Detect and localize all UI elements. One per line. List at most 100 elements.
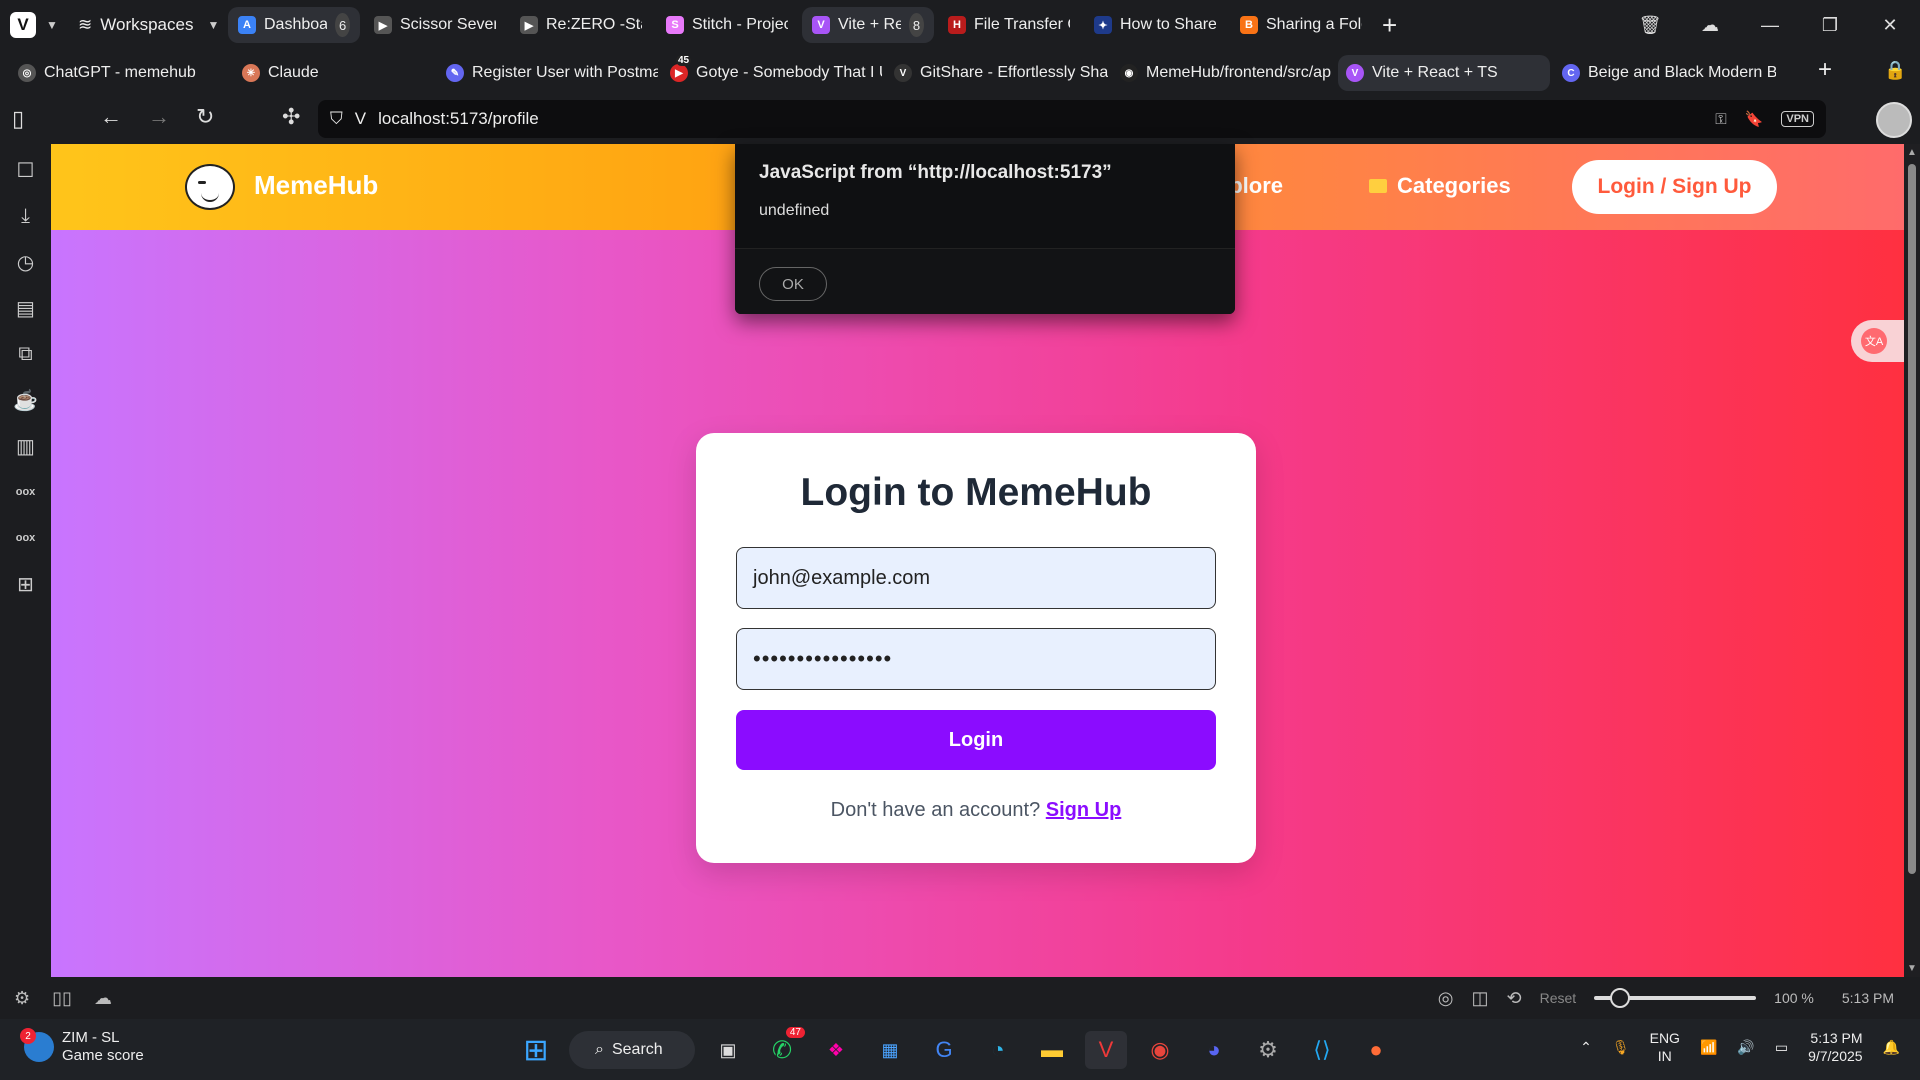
folder-icon xyxy=(1369,179,1387,193)
workspaces-button[interactable]: ≋ Workspaces ▼ xyxy=(78,15,228,35)
pinned-tab[interactable]: C Beige and Black Modern Be xyxy=(1554,55,1776,91)
vscode-icon[interactable]: ⟨⟩ xyxy=(1301,1031,1343,1069)
pinned-tab-title: Gotye - Somebody That I U xyxy=(696,64,882,81)
new-tab-button[interactable]: + xyxy=(1818,56,1832,84)
zoom-reset-button[interactable]: Reset xyxy=(1540,990,1577,1006)
translate-panel-icon[interactable]: ⧉ xyxy=(14,342,38,366)
vivaldi-taskbar-icon[interactable]: V xyxy=(1085,1031,1127,1069)
wifi-icon[interactable]: 📶 xyxy=(1700,1039,1717,1056)
vpn-button[interactable]: VPN xyxy=(1781,111,1814,127)
chrome-icon[interactable]: ◉ xyxy=(1139,1031,1181,1069)
web-panel-icon[interactable]: oox xyxy=(14,480,38,504)
tab-favicon-icon: V xyxy=(1346,64,1364,82)
history-icon[interactable]: ◷ xyxy=(14,250,38,274)
add-panel-icon[interactable]: ⊞ xyxy=(14,572,38,596)
profile-avatar[interactable] xyxy=(1876,102,1912,138)
reload-icon[interactable]: ↻ xyxy=(196,104,214,130)
show-hidden-icons[interactable]: ⌃ xyxy=(1580,1039,1592,1056)
cloud-icon[interactable]: ☁ xyxy=(94,988,112,1009)
pinned-tab[interactable]: V Vite + React + TS xyxy=(1338,55,1550,91)
downloads-icon[interactable]: ⤓ xyxy=(14,204,38,228)
page-scrollbar[interactable]: ▲ ▼ xyxy=(1904,144,1920,977)
email-field[interactable]: john@example.com xyxy=(736,547,1216,609)
settings-gear-icon[interactable]: ⚙ xyxy=(14,988,30,1009)
extensions-icon[interactable]: ✣ xyxy=(282,104,300,130)
translate-icon: 文A xyxy=(1861,328,1887,354)
file-explorer-icon[interactable]: ▬ xyxy=(1031,1031,1073,1069)
tile-icon[interactable]: ▯▯ xyxy=(52,988,72,1009)
pinned-tab[interactable]: V GitShare - Effortlessly Share xyxy=(886,55,1108,91)
browser-tab[interactable]: A Dashboard | G 6 xyxy=(228,7,360,43)
pinned-tab[interactable]: ▶ 45 Gotye - Somebody That I U xyxy=(662,55,882,91)
task-view-icon[interactable]: ▣ xyxy=(707,1031,749,1069)
start-button[interactable]: ⊞ xyxy=(515,1031,557,1069)
forward-icon[interactable]: → xyxy=(148,104,170,130)
trash-icon[interactable]: 🗑 xyxy=(1620,15,1680,36)
translate-button[interactable]: 文A xyxy=(1851,320,1904,362)
bookmark-icon[interactable]: 🔖 xyxy=(1745,110,1764,128)
scroll-up-icon[interactable]: ▲ xyxy=(1907,147,1917,158)
system-clock[interactable]: 5:13 PM 9/7/2025 xyxy=(1808,1029,1863,1065)
web-panel-icon[interactable]: oox xyxy=(14,526,38,550)
pinned-tab[interactable]: ◉ MemeHub/frontend/src/ap xyxy=(1112,55,1334,91)
chevron-down-icon[interactable]: ▼ xyxy=(42,18,62,32)
cloud-sync-icon[interactable]: ☁ xyxy=(1680,15,1740,36)
google-icon[interactable]: G xyxy=(923,1031,965,1069)
copilot-icon[interactable]: ❖ xyxy=(815,1031,857,1069)
browser-tab[interactable]: S Stitch - Projects xyxy=(656,7,798,43)
screenshot-icon[interactable]: ◎ xyxy=(1438,988,1454,1009)
browser-tab[interactable]: ▶ Scissor Seven Episo xyxy=(364,7,506,43)
scroll-down-icon[interactable]: ▼ xyxy=(1907,963,1917,974)
browser-tab[interactable]: ▶ Re:ZERO -Starting xyxy=(510,7,652,43)
notifications-icon[interactable]: 🔔 xyxy=(1883,1039,1900,1056)
taskbar-search[interactable]: ⌕ Search xyxy=(569,1031,695,1069)
browser-tab[interactable]: V Vite + React + 8 xyxy=(802,7,934,43)
brand-name[interactable]: MemeHub xyxy=(254,170,378,201)
language-indicator[interactable]: ENG IN xyxy=(1650,1029,1680,1065)
window-panel-icon[interactable]: ▥ xyxy=(14,434,38,458)
close-window-button[interactable]: ✕ xyxy=(1860,15,1920,36)
browser-tab[interactable]: ✦ How to Share File xyxy=(1084,7,1226,43)
login-button[interactable]: Login xyxy=(736,710,1216,770)
reading-list-icon[interactable]: ☕ xyxy=(13,388,38,412)
pinned-tab[interactable]: ✳ Claude xyxy=(234,55,434,91)
key-icon[interactable]: ⚿ xyxy=(1715,111,1726,128)
browser-tab[interactable]: H File Transfer Cheat xyxy=(938,7,1080,43)
restore-button[interactable]: ❐ xyxy=(1800,15,1860,36)
settings-icon[interactable]: ⚙ xyxy=(1247,1031,1289,1069)
page-tiling-icon[interactable]: ◫ xyxy=(1471,988,1488,1009)
password-field[interactable]: •••••••••••••••• xyxy=(736,628,1216,690)
alert-ok-button[interactable]: OK xyxy=(759,267,827,301)
page-actions-icon[interactable]: ⟲ xyxy=(1506,988,1521,1009)
pinned-tab[interactable]: ✎ Register User with Postman xyxy=(438,55,658,91)
zoom-slider-knob[interactable] xyxy=(1610,988,1631,1008)
pinned-tab[interactable]: ◎ ChatGPT - memehub xyxy=(10,55,230,91)
store-icon[interactable]: ▦ xyxy=(869,1031,911,1069)
scrollbar-thumb[interactable] xyxy=(1908,164,1916,874)
whatsapp-icon[interactable]: ✆ 47 xyxy=(761,1027,805,1069)
nav-categories-link[interactable]: Categories xyxy=(1369,173,1511,199)
discord-icon[interactable]: ◕ xyxy=(1193,1031,1235,1069)
edge-icon[interactable]: ◔ xyxy=(977,1031,1019,1069)
panel-toggle-icon[interactable]: ▯ xyxy=(12,106,24,132)
login-signup-button[interactable]: Login / Sign Up xyxy=(1572,160,1777,214)
bookmarks-panel-icon[interactable]: ☐ xyxy=(14,158,38,182)
battery-icon[interactable]: ▭ xyxy=(1775,1039,1788,1056)
address-field[interactable]: ⛉ V localhost:5173/profile ⚿ 🔖 VPN xyxy=(318,100,1826,138)
vivaldi-menu-icon[interactable]: V xyxy=(10,12,36,38)
volume-icon[interactable]: 🔊 xyxy=(1737,1039,1754,1056)
signup-link[interactable]: Sign Up xyxy=(1046,799,1122,821)
new-tab-button[interactable]: + xyxy=(1382,10,1397,41)
widgets-button[interactable]: 2 ZIM - SL Game score xyxy=(20,1028,144,1065)
lock-icon[interactable]: 🔒 xyxy=(1884,60,1906,81)
postman-icon[interactable]: ● xyxy=(1355,1031,1397,1069)
back-icon[interactable]: ← xyxy=(100,104,122,130)
memehub-logo-icon[interactable] xyxy=(185,164,235,210)
browser-tab[interactable]: B Sharing a Folder or xyxy=(1230,7,1372,43)
microphone-icon[interactable]: 🎙 xyxy=(1612,1039,1630,1056)
minimize-button[interactable]: — xyxy=(1740,15,1800,36)
notes-icon[interactable]: ▤ xyxy=(14,296,38,320)
url-text[interactable]: localhost:5173/profile xyxy=(378,109,539,129)
zoom-slider[interactable] xyxy=(1594,988,1757,1008)
shield-icon[interactable]: ⛉ xyxy=(330,109,343,129)
